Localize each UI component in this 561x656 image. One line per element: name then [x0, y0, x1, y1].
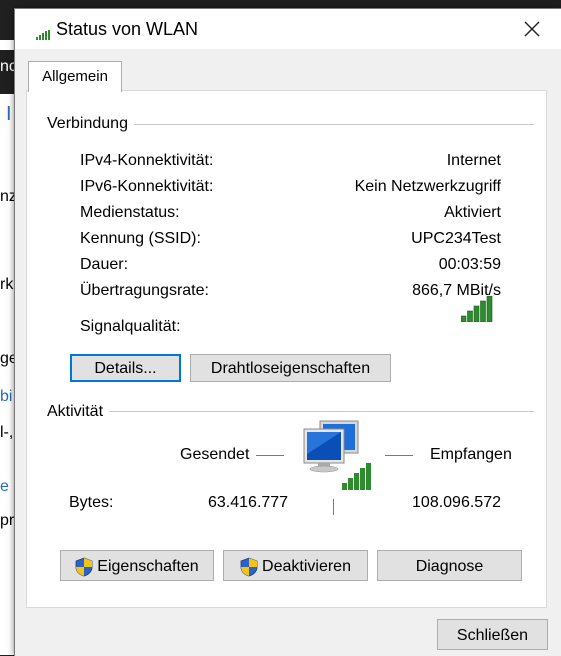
bytes-received-value: 108.096.572	[412, 494, 501, 511]
tab-panel-allgemein: Verbindung IPv4-Konnektivität: Internet …	[26, 90, 547, 608]
window-title: Status von WLAN	[56, 19, 199, 39]
wifi-signal-icon	[36, 27, 50, 40]
ipv4-value: Internet	[446, 152, 501, 169]
wlan-status-dialog: Status von WLAN Allgemein Verbindung IPv…	[14, 8, 561, 656]
background-text: rk	[0, 276, 14, 293]
sent-label: Gesendet	[180, 446, 250, 463]
received-line	[385, 455, 413, 456]
uac-shield-icon	[75, 557, 93, 577]
close-icon[interactable]	[520, 17, 544, 41]
group-divider	[47, 411, 534, 412]
ipv4-label: IPv4-Konnektivität:	[80, 152, 214, 169]
title-bar[interactable]: Status von WLAN	[15, 9, 561, 49]
ipv6-value: Kein Netzwerkzugriff	[354, 178, 501, 195]
details-button[interactable]: Details...	[70, 354, 181, 382]
sent-line	[256, 455, 284, 456]
background-link[interactable]: bi	[0, 388, 12, 406]
background-text: pr	[0, 512, 15, 529]
duration-label: Dauer:	[80, 256, 129, 273]
background-text: I	[6, 103, 12, 125]
diagnose-button[interactable]: Diagnose	[377, 550, 522, 581]
activity-heading: Aktivität	[47, 403, 110, 421]
received-label: Empfangen	[430, 446, 512, 463]
media-status-value: Aktiviert	[444, 204, 501, 221]
signal-quality-label: Signalqualität:	[80, 318, 181, 335]
signal-strength-icon	[460, 295, 493, 327]
deactivate-label: Deaktivieren	[262, 558, 351, 575]
speed-label: Übertragungsrate:	[80, 282, 209, 299]
uac-shield-icon	[240, 557, 258, 577]
tab-allgemein[interactable]: Allgemein	[28, 61, 122, 92]
network-computers-icon	[302, 419, 376, 496]
deactivate-button[interactable]: Deaktivieren	[223, 550, 368, 581]
bytes-sent-value: 63.416.777	[208, 494, 289, 511]
ipv6-label: IPv6-Konnektivität:	[80, 178, 214, 195]
wireless-properties-button[interactable]: Drahtloseigenschaften	[190, 354, 391, 382]
media-status-label: Medienstatus:	[80, 204, 180, 221]
bytes-label: Bytes:	[69, 494, 114, 511]
properties-label: Eigenschaften	[97, 558, 199, 575]
properties-button[interactable]: Eigenschaften	[60, 550, 214, 581]
background-text: l-,	[0, 424, 14, 441]
ssid-value: UPC234Test	[411, 230, 501, 247]
connection-heading: Verbindung	[47, 115, 134, 133]
activity-divider	[333, 499, 334, 515]
close-button[interactable]: Schließen	[437, 619, 548, 650]
ssid-label: Kennung (SSID):	[80, 230, 201, 247]
duration-value: 00:03:59	[438, 256, 501, 273]
